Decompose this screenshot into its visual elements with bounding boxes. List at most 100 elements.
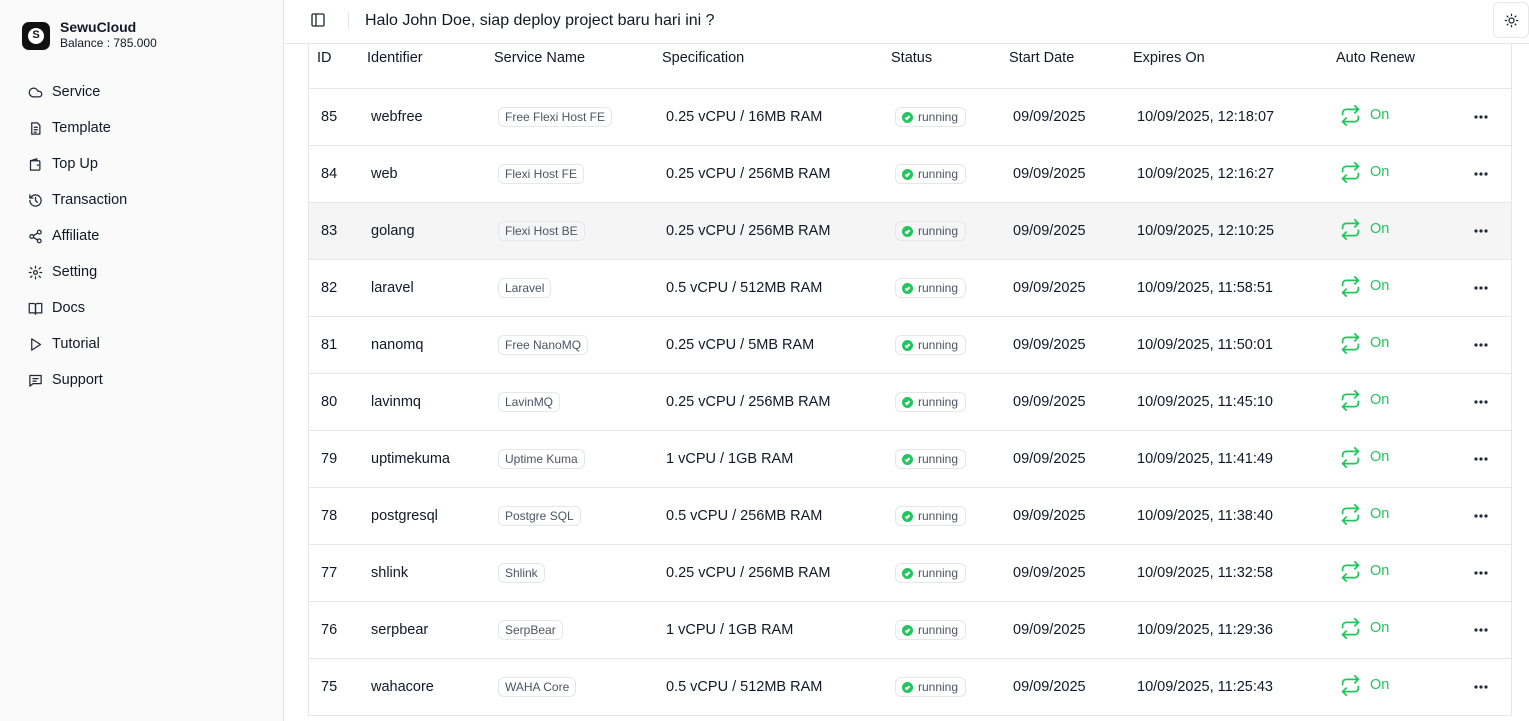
cell-identifier: webfree — [371, 109, 423, 125]
row-actions-button[interactable] — [1470, 277, 1492, 299]
share-icon — [29, 229, 42, 243]
row-actions-button[interactable] — [1470, 163, 1492, 185]
cell-service-name: Shlink — [486, 563, 654, 583]
cell-expires-on: 10/09/2025, 11:38:40 — [1137, 508, 1273, 524]
auto-renew-toggle[interactable]: On — [1340, 446, 1389, 468]
sidebar-item-top-up[interactable]: Top Up — [22, 146, 262, 182]
cell-start-date: 09/09/2025 — [1013, 565, 1086, 581]
sidebar-item-label: Transaction — [52, 192, 128, 208]
table-row[interactable]: 79 uptimekuma Uptime Kuma 1 vCPU / 1GB R… — [309, 431, 1511, 488]
sidebar-item-docs[interactable]: Docs — [22, 290, 262, 326]
table-row[interactable]: 78 postgresql Postgre SQL 0.5 vCPU / 256… — [309, 488, 1511, 545]
sidebar-item-service[interactable]: Service — [22, 74, 262, 110]
cell-id: 82 — [321, 280, 338, 296]
sidebar-item-label: Top Up — [52, 156, 98, 172]
cell-actions — [1451, 505, 1511, 527]
auto-renew-toggle[interactable]: On — [1340, 389, 1389, 411]
row-actions-button[interactable] — [1470, 220, 1492, 242]
sidebar-toggle-button[interactable] — [310, 12, 326, 28]
table-row[interactable]: 75 wahacore WAHA Core 0.5 vCPU / 512MB R… — [309, 659, 1511, 716]
sidebar-nav: Service Template Top Up Transaction Affi… — [22, 74, 262, 398]
column-header-start-date[interactable]: Start Date — [1001, 50, 1125, 66]
column-header-identifier[interactable]: Identifier — [359, 50, 486, 66]
cell-auto-renew: On — [1328, 332, 1451, 358]
check-circle-icon — [902, 681, 913, 693]
cell-expires-on: 10/09/2025, 11:45:10 — [1137, 394, 1273, 410]
auto-renew-toggle[interactable]: On — [1340, 161, 1389, 183]
auto-renew-label: On — [1370, 335, 1390, 351]
cell-specification: 0.5 vCPU / 256MB RAM — [666, 508, 823, 524]
column-header-id[interactable]: ID — [309, 50, 359, 66]
cell-specification: 0.5 vCPU / 512MB RAM — [666, 280, 823, 296]
balance: Balance : 785.000 — [60, 36, 157, 50]
cell-specification: 0.25 vCPU / 5MB RAM — [666, 337, 815, 353]
cell-status: running — [883, 506, 1001, 526]
auto-renew-toggle[interactable]: On — [1340, 560, 1389, 582]
cell-status: running — [883, 278, 1001, 298]
cell-id: 76 — [321, 622, 338, 638]
column-header-service-name[interactable]: Service Name — [486, 50, 654, 66]
table-row[interactable]: 77 shlink Shlink 0.25 vCPU / 256MB RAM r… — [309, 545, 1511, 602]
history-icon — [29, 193, 42, 207]
sidebar-item-support[interactable]: Support — [22, 362, 262, 398]
cell-id: 80 — [321, 394, 338, 410]
cell-service-name: Laravel — [486, 278, 654, 298]
sidebar-item-setting[interactable]: Setting — [22, 254, 262, 290]
cell-expires-on: 10/09/2025, 12:18:07 — [1137, 109, 1275, 125]
cell-start-date: 09/09/2025 — [1013, 223, 1086, 239]
auto-renew-toggle[interactable]: On — [1340, 617, 1390, 639]
sidebar-item-affiliate[interactable]: Affiliate — [22, 218, 262, 254]
brand[interactable]: S SewuCloud Balance : 785.000 — [22, 19, 157, 52]
sidebar-item-template[interactable]: Template — [22, 110, 262, 146]
check-circle-icon — [902, 168, 913, 180]
divider — [348, 12, 349, 30]
table-row[interactable]: 83 golang Flexi Host BE 0.25 vCPU / 256M… — [309, 203, 1511, 260]
cell-id: 78 — [321, 508, 338, 524]
row-actions-button[interactable] — [1470, 334, 1492, 356]
auto-renew-toggle[interactable]: On — [1340, 332, 1390, 354]
cloud-icon — [28, 87, 43, 97]
row-actions-button[interactable] — [1470, 505, 1492, 527]
row-actions-button[interactable] — [1470, 562, 1492, 584]
table-row[interactable]: 84 web Flexi Host FE 0.25 vCPU / 256MB R… — [309, 146, 1511, 203]
sidebar-item-tutorial[interactable]: Tutorial — [22, 326, 262, 362]
cell-identifier: laravel — [371, 280, 414, 296]
cell-identifier: uptimekuma — [371, 451, 450, 467]
service-badge: Free Flexi Host FE — [498, 107, 613, 127]
table-row[interactable]: 80 lavinmq LavinMQ 0.25 vCPU / 256MB RAM… — [309, 374, 1511, 431]
table-row[interactable]: 85 webfree Free Flexi Host FE 0.25 vCPU … — [309, 89, 1511, 146]
auto-renew-toggle[interactable]: On — [1340, 275, 1389, 297]
cell-auto-renew: On — [1328, 446, 1451, 472]
sidebar-toggle-icon — [311, 13, 325, 27]
cell-auto-renew: On — [1328, 161, 1451, 187]
sidebar-item-transaction[interactable]: Transaction — [22, 182, 262, 218]
row-actions-button[interactable] — [1470, 448, 1492, 470]
table-row[interactable]: 76 serpbear SerpBear 1 vCPU / 1GB RAM ru… — [309, 602, 1511, 659]
auto-renew-toggle[interactable]: On — [1340, 674, 1389, 696]
row-actions-button[interactable] — [1470, 676, 1492, 698]
sidebar-item-label: Setting — [52, 264, 98, 280]
cell-id: 85 — [321, 109, 338, 125]
column-header-auto-renew[interactable]: Auto Renew — [1328, 50, 1451, 66]
cell-service-name: WAHA Core — [486, 677, 654, 697]
cell-start-date: 09/09/2025 — [1013, 166, 1086, 182]
auto-renew-toggle[interactable]: On — [1340, 218, 1389, 240]
table-row[interactable]: 81 nanomq Free NanoMQ 0.25 vCPU / 5MB RA… — [309, 317, 1511, 374]
more-horizontal-icon — [1474, 571, 1488, 575]
service-badge: LavinMQ — [498, 392, 561, 412]
status-badge: running — [895, 164, 967, 184]
theme-toggle-button[interactable] — [1493, 2, 1529, 38]
table-row[interactable]: 82 laravel Laravel 0.5 vCPU / 512MB RAM … — [309, 260, 1511, 317]
more-horizontal-icon — [1474, 628, 1488, 632]
row-actions-button[interactable] — [1470, 391, 1492, 413]
auto-renew-label: On — [1370, 620, 1390, 636]
row-actions-button[interactable] — [1470, 106, 1492, 128]
column-header-specification[interactable]: Specification — [654, 50, 883, 66]
auto-renew-toggle[interactable]: On — [1340, 104, 1389, 126]
auto-renew-toggle[interactable]: On — [1340, 503, 1389, 525]
cell-auto-renew: On — [1328, 560, 1451, 586]
cell-service-name: Free NanoMQ — [486, 335, 654, 355]
row-actions-button[interactable] — [1470, 619, 1492, 641]
column-header-status[interactable]: Status — [883, 50, 1001, 66]
column-header-expires-on[interactable]: Expires On — [1125, 50, 1328, 66]
